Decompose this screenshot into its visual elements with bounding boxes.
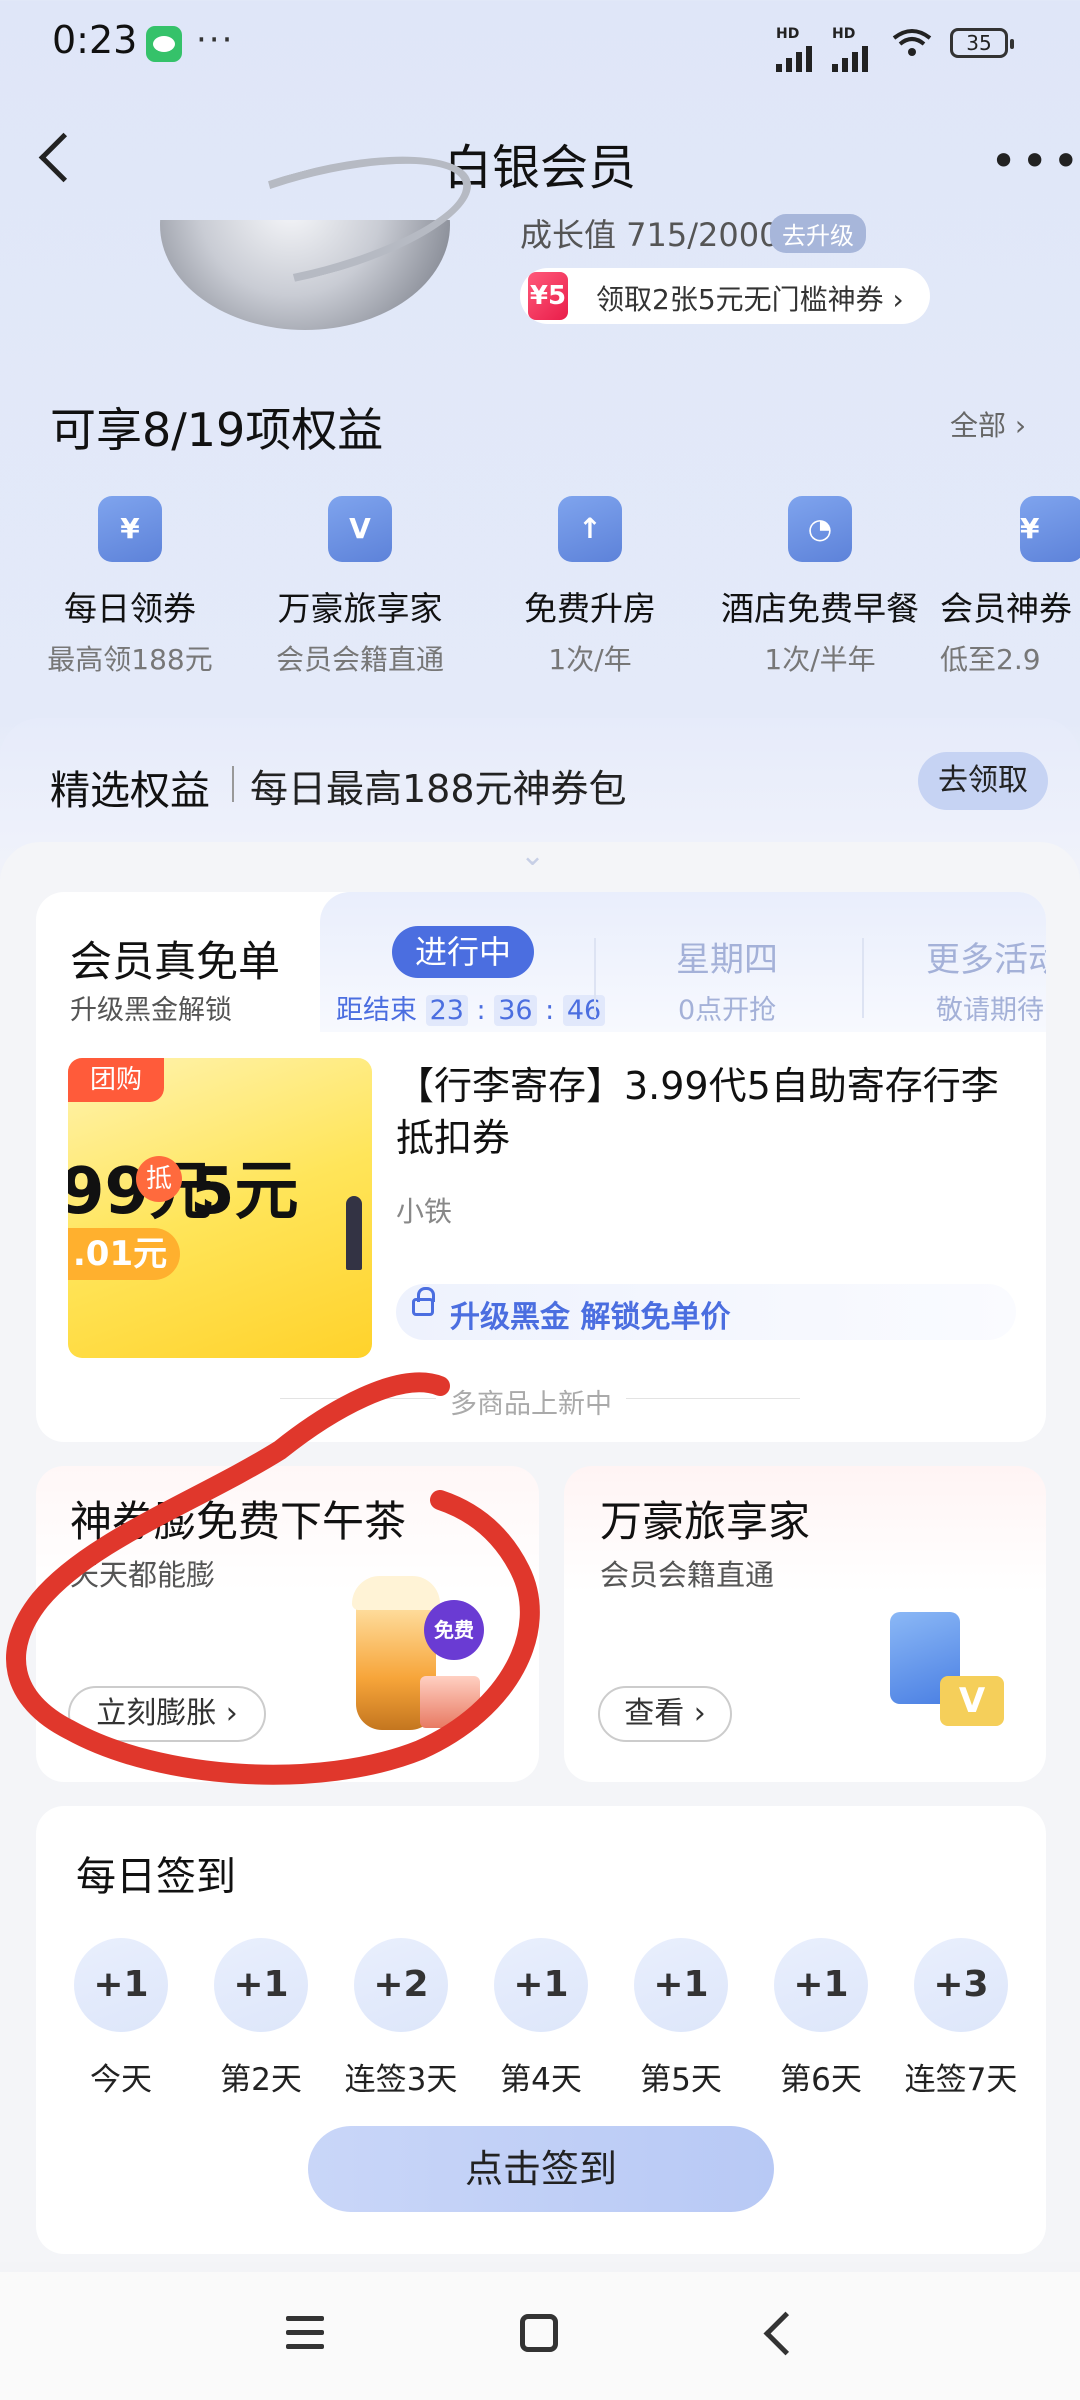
wechat-icon [146, 26, 182, 62]
benefit-member-coupon[interactable]: ¥ 会员神券 低至2.9 [940, 496, 1080, 678]
selected-benefits-title: 精选权益 [50, 768, 210, 814]
status-bar: 0:23 ··· HD HD 35 [0, 0, 1080, 90]
coupon-bag-icon: ¥ [1020, 496, 1080, 562]
coupon-icon: ¥ [98, 496, 162, 562]
tab-thursday[interactable]: 星期四 [676, 932, 778, 981]
claim-button[interactable]: 去领取 [918, 752, 1048, 810]
benefits-title: 可享8/19项权益 [50, 403, 384, 457]
membership-card-icon: V [328, 496, 392, 562]
battery-icon: 35 [950, 28, 1014, 58]
upgrade-link[interactable]: 去升级 [770, 214, 866, 253]
tab-divider [594, 938, 596, 1018]
growth-value: 成长值 715/2000 [520, 216, 780, 254]
chevron-down-icon: ⌄ [520, 838, 546, 873]
daily-checkin-title: 每日签到 [76, 1854, 236, 1900]
marriott-title: 万豪旅享家 [600, 1497, 811, 1546]
more-notifications-icon: ··· [196, 20, 235, 60]
view-all-benefits-link[interactable]: 全部 › [950, 404, 1026, 444]
menu-icon[interactable] [286, 2316, 324, 2358]
wifi-icon [892, 28, 932, 58]
tab-thursday-sub: 0点开抢 [678, 995, 777, 1026]
product-price-art: 99元 抵 5元 .01元 [68, 1140, 372, 1300]
benefit-breakfast[interactable]: ◔ 酒店免费早餐 1次/半年 [710, 496, 930, 678]
free-order-subtitle: 升级黑金解锁 [70, 995, 232, 1026]
red-circle-annotation [6, 1372, 540, 1785]
checkin-day: +2 连签3天 [331, 1938, 471, 2099]
tab-divider [862, 938, 864, 1018]
checkin-day: +1 第6天 [751, 1938, 891, 2099]
countdown: 距结束 23 : 36 : 46 [336, 988, 606, 1027]
signal-icon: HD [776, 26, 812, 72]
seller-name: 小铁 [396, 1195, 453, 1228]
coupon-banner-text[interactable]: 领取2张5元无门槛神券 › [596, 278, 904, 318]
upgrade-icon: ↑ [558, 496, 622, 562]
group-buy-tag: 团购 [68, 1058, 164, 1102]
benefit-daily-coupon[interactable]: ¥ 每日领券 最高领188元 [20, 496, 240, 678]
selected-benefits-subtitle: 每日最高188元神券包 [250, 767, 627, 811]
status-time: 0:23 [52, 18, 138, 62]
breakfast-icon: ◔ [788, 496, 852, 562]
checkin-day: +1 第2天 [191, 1938, 331, 2099]
checkin-button[interactable]: 点击签到 [308, 2126, 774, 2212]
benefit-marriott[interactable]: V 万豪旅享家 会员会籍直通 [250, 496, 470, 678]
tab-in-progress[interactable]: 进行中 [392, 926, 534, 978]
person-figure [346, 1196, 362, 1270]
home-icon[interactable] [520, 2314, 558, 2352]
signal-icon-2: HD [832, 26, 868, 72]
coupon-icon: ¥5 [528, 272, 568, 320]
checkin-day: +3 连签7天 [891, 1938, 1031, 2099]
tab-more-activities[interactable]: 更多活动 敬请期待 [900, 920, 1046, 1030]
checkin-day: +1 今天 [51, 1938, 191, 2099]
free-order-title: 会员真免单 [70, 937, 281, 986]
marriott-subtitle: 会员会籍直通 [600, 1558, 775, 1592]
v-badge-icon: V [940, 1676, 1004, 1726]
lock-icon [412, 1287, 435, 1316]
divider [232, 766, 234, 802]
product-name[interactable]: 【行李寄存】3.99代5自助寄存行李抵扣券 [396, 1060, 1006, 1164]
benefit-room-upgrade[interactable]: ↑ 免费升房 1次/年 [480, 496, 700, 678]
view-button[interactable]: 查看 › [598, 1686, 732, 1742]
page-title: 白银会员 [443, 140, 636, 196]
more-options-button[interactable]: ••• [990, 134, 1080, 188]
unlock-label[interactable]: 升级黑金 解锁免单价 [450, 1292, 730, 1336]
checkin-day: +1 第4天 [471, 1938, 611, 2099]
checkin-day: +1 第5天 [611, 1938, 751, 2099]
